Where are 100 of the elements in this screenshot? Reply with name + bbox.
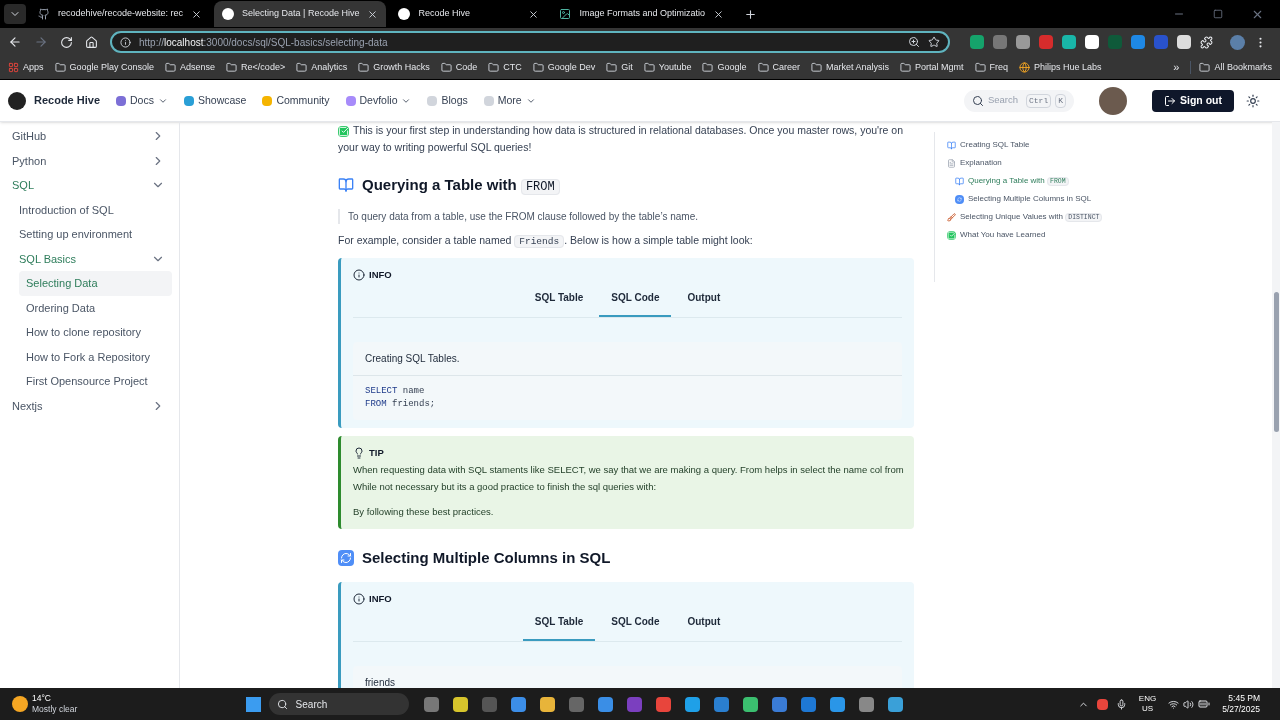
bookmark[interactable]: Market Analysis [826,60,890,75]
bookmark[interactable]: Google Play Console [69,60,155,75]
tab[interactable]: SQL Code [599,285,672,317]
extension-icon[interactable] [1177,35,1191,49]
sidebar-item[interactable]: SQL Basics [0,246,179,271]
clock-date[interactable]: 5/27/2025 [1222,704,1260,715]
tray-app-icon[interactable] [1096,698,1108,710]
toc-link[interactable]: Selecting Multiple Columns in SQL [968,193,1092,205]
bookmark[interactable]: Apps [23,60,44,75]
bookmark[interactable]: Analytics [311,60,348,75]
tab[interactable]: Output [675,609,733,641]
close-icon[interactable] [367,8,379,20]
sidebar-link[interactable]: Ordering Data [19,295,172,320]
all-bookmarks-button[interactable]: All Bookmarks [1214,60,1272,75]
scrollbar-thumb[interactable] [1273,292,1279,432]
bookmark[interactable]: Re</code> [241,60,286,75]
extension-icon[interactable] [1016,35,1030,49]
tab[interactable]: SQL Table [522,609,596,641]
sidebar-link[interactable]: How to Fork a Repository [19,344,172,369]
nav-link[interactable]: Blogs [441,92,468,109]
close-icon[interactable] [528,8,540,20]
bookmark[interactable]: Youtube [658,60,692,75]
sidebar-item[interactable]: GitHub [0,124,179,149]
sidebar-item[interactable]: SQL [0,173,179,198]
bookmark[interactable]: Adsense [180,60,216,75]
sidebar-item[interactable]: Python [0,148,179,173]
bookmark[interactable]: Google [717,60,747,75]
start-icon[interactable] [245,696,261,712]
browser-tab[interactable]: recodehive/recode-website: rec [30,1,211,27]
nav-dropdown[interactable]: Docs [130,92,168,109]
microphone-icon[interactable] [1115,698,1127,710]
bookmark[interactable]: Philips Hue Labs [1034,60,1102,75]
tab[interactable]: Output [675,285,733,317]
app-icon[interactable] [829,696,845,712]
browser-tab[interactable]: Recode Hive [390,1,548,27]
bookmark[interactable]: Career [772,60,800,75]
bookmark[interactable]: Code [455,60,478,75]
tab[interactable]: SQL Table [522,285,596,317]
extension-icon[interactable] [1131,35,1145,49]
nav-link[interactable]: Showcase [197,92,247,109]
search-field[interactable]: Search Ctrl K [963,89,1074,112]
nav-dropdown[interactable]: More [497,92,536,109]
sidebar-link[interactable]: Selecting Data [19,271,172,296]
app-icon[interactable] [452,696,468,712]
bookmark-star-icon[interactable] [928,36,940,48]
taskbar-search-field[interactable]: Search [268,693,409,715]
app-icon[interactable] [510,696,526,712]
app-icon[interactable] [684,696,700,712]
zoom-icon[interactable] [908,36,920,48]
extension-icon[interactable] [1062,35,1076,49]
app-icon[interactable] [858,696,874,712]
forward-icon[interactable] [34,35,48,49]
new-tab-icon[interactable] [744,7,758,21]
region-text[interactable]: US [1141,704,1154,714]
clock-time[interactable]: 5:45 PM [1228,693,1260,704]
language-text[interactable]: ENG [1138,694,1157,704]
extensions-icon[interactable] [1200,35,1213,49]
back-icon[interactable] [8,35,22,49]
brand-name[interactable]: Recode Hive [34,92,101,109]
battery-icon[interactable] [1198,698,1211,710]
tab-search-button[interactable] [4,4,26,24]
bookmark[interactable]: CTC [503,60,522,75]
app-icon[interactable] [655,696,671,712]
bookmark[interactable]: Git [621,60,633,75]
toc-link[interactable]: Explanation [960,157,1002,169]
sidebar-link[interactable]: First Opensource Project [19,369,172,394]
volume-icon[interactable] [1183,698,1195,710]
address-bar[interactable]: http://localhost:3000/docs/sql/SQL-basics/selecting-data [110,31,950,53]
browser-tab[interactable]: Image Formats and Optimizatio [551,1,733,27]
sidebar-link[interactable]: Introduction of SQL [0,197,172,222]
close-icon[interactable] [713,8,725,20]
app-icon[interactable] [887,696,903,712]
sidebar-item[interactable]: Nextjs [0,393,179,418]
app-icon[interactable] [713,696,729,712]
tab[interactable]: SQL Code [599,609,672,641]
nav-dropdown[interactable]: Devfolio [359,92,412,109]
more-bookmarks-button[interactable]: » [1173,59,1180,76]
bookmark[interactable]: Portal Mgmt [915,60,964,75]
wifi-icon[interactable] [1168,698,1180,710]
bookmark[interactable]: Freq [989,60,1009,75]
home-icon[interactable] [85,35,98,49]
app-icon[interactable] [597,696,613,712]
sidebar-link[interactable]: Setting up environment [0,222,172,247]
bookmark[interactable]: Google Dev [547,60,596,75]
nav-link[interactable]: Community [276,92,330,109]
app-icon[interactable] [539,696,555,712]
app-icon[interactable] [742,696,758,712]
close-icon[interactable] [191,8,203,20]
reload-icon[interactable] [60,35,73,49]
bookmark[interactable]: Growth Hacks [373,60,430,75]
browser-tab[interactable]: Selecting Data | Recode Hive [214,1,387,27]
profile-avatar[interactable] [1230,34,1245,50]
theme-toggle-icon[interactable] [1246,93,1260,108]
extension-icon[interactable] [1085,35,1099,49]
app-icon[interactable] [771,696,787,712]
sign-out-button[interactable]: Sign out [1152,89,1234,112]
extension-icon[interactable] [970,35,984,49]
toc-link[interactable]: Creating SQL Table [960,139,1030,151]
sidebar-link[interactable]: How to clone repository [19,320,172,345]
toc-link[interactable]: What You have Learned [960,229,1046,241]
